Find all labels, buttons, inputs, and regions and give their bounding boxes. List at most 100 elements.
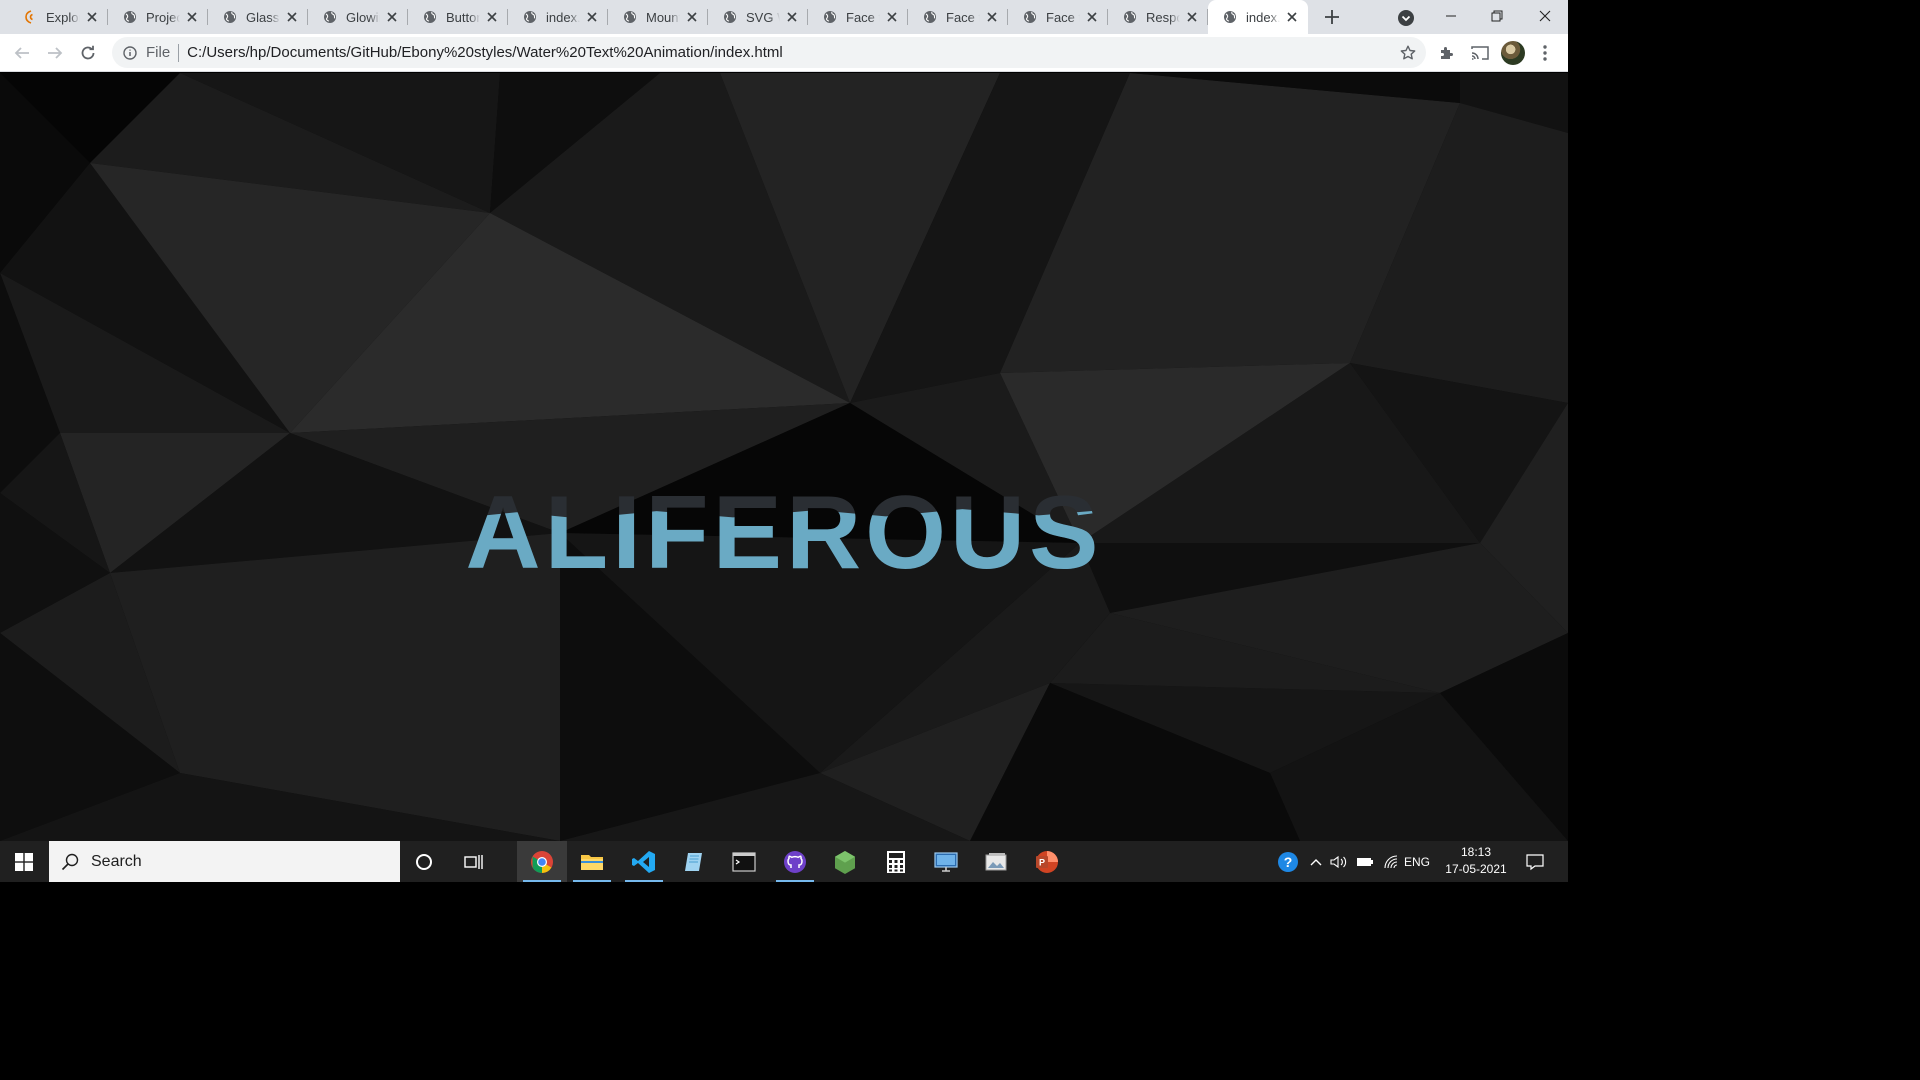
tab-title: index.html bbox=[546, 9, 580, 25]
browser-tab[interactable]: Glowing bbox=[308, 0, 408, 34]
notification-icon bbox=[1526, 853, 1544, 870]
chevron-up-icon bbox=[1310, 858, 1322, 865]
tab-title: Face to bbox=[946, 9, 980, 25]
tab-close-icon[interactable] bbox=[184, 9, 200, 25]
github-icon bbox=[784, 850, 806, 873]
cortana-button[interactable] bbox=[399, 841, 449, 882]
low-poly-background bbox=[0, 73, 1568, 841]
browser-tab[interactable]: SVG Wave bbox=[708, 0, 808, 34]
task-view-button[interactable] bbox=[449, 841, 499, 882]
tab-close-icon[interactable] bbox=[984, 9, 1000, 25]
extensions-button[interactable] bbox=[1432, 38, 1462, 68]
clock-time: 18:13 bbox=[1460, 845, 1492, 859]
reload-icon bbox=[81, 45, 95, 60]
volume-tray-icon[interactable] bbox=[1328, 841, 1350, 882]
system-clock[interactable]: 18:13 17-05-2021 bbox=[1440, 844, 1512, 878]
globe-icon bbox=[322, 9, 338, 25]
question-icon: ? bbox=[1278, 851, 1298, 872]
close-window-button[interactable] bbox=[1522, 0, 1568, 32]
battery-tray-icon[interactable] bbox=[1354, 841, 1376, 882]
browser-tab[interactable]: Glass UI bbox=[208, 0, 308, 34]
terminal-taskbar-app[interactable] bbox=[719, 841, 769, 882]
windows-taskbar: Search P ? ENG 18:13 17-05-2021 bbox=[0, 841, 1568, 882]
remote-desktop-taskbar-app[interactable] bbox=[921, 841, 971, 882]
back-button[interactable] bbox=[7, 38, 37, 68]
nodejs-taskbar-app[interactable] bbox=[820, 841, 870, 882]
browser-tab[interactable]: Explore bbox=[8, 0, 108, 34]
restore-icon bbox=[1491, 10, 1503, 22]
wifi-tray-icon[interactable] bbox=[1380, 841, 1402, 882]
page-viewport: ALIFEROUS ALIFEROUS bbox=[0, 73, 1568, 841]
browser-tab[interactable]: Face to bbox=[908, 0, 1008, 34]
battery-icon bbox=[1357, 857, 1373, 866]
tab-close-icon[interactable] bbox=[784, 9, 800, 25]
browser-tab[interactable]: index.html bbox=[1208, 0, 1308, 34]
info-icon[interactable] bbox=[122, 45, 138, 61]
globe-icon bbox=[622, 9, 638, 25]
browser-tab[interactable]: index.html bbox=[508, 0, 608, 34]
globe-icon bbox=[222, 9, 238, 25]
tab-title: Responsive bbox=[1146, 9, 1180, 25]
codepen-icon bbox=[22, 9, 38, 25]
svg-text:?: ? bbox=[1284, 854, 1293, 870]
url-text[interactable]: C:/Users/hp/Documents/GitHub/Ebony%20sty… bbox=[187, 44, 783, 61]
reload-button[interactable] bbox=[73, 38, 103, 68]
tab-list: Explore Projects Glass UI Glowing Buttons ind… bbox=[0, 0, 1308, 34]
hero: ALIFEROUS ALIFEROUS bbox=[0, 473, 1568, 593]
vscode-taskbar-app[interactable] bbox=[619, 841, 669, 882]
start-button[interactable] bbox=[0, 841, 48, 882]
file-explorer-taskbar-app[interactable] bbox=[567, 841, 617, 882]
browser-tab[interactable]: Responsive bbox=[1108, 0, 1208, 34]
menu-button[interactable] bbox=[1530, 38, 1560, 68]
tab-close-icon[interactable] bbox=[84, 9, 100, 25]
forward-button[interactable] bbox=[40, 38, 70, 68]
tab-title: Glowing bbox=[346, 9, 380, 25]
cast-icon bbox=[1471, 46, 1489, 60]
globe-icon bbox=[422, 9, 438, 25]
tab-close-icon[interactable] bbox=[484, 9, 500, 25]
chrome-taskbar-app[interactable] bbox=[517, 841, 567, 882]
browser-tab[interactable]: Projects bbox=[108, 0, 208, 34]
restore-button[interactable] bbox=[1474, 0, 1520, 32]
tab-close-icon[interactable] bbox=[1184, 9, 1200, 25]
new-tab-button[interactable] bbox=[1318, 3, 1346, 31]
close-icon bbox=[1539, 10, 1551, 22]
browser-tab[interactable]: Face to bbox=[808, 0, 908, 34]
tab-close-icon[interactable] bbox=[384, 9, 400, 25]
profile-avatar[interactable] bbox=[1501, 41, 1525, 65]
tab-close-icon[interactable] bbox=[1084, 9, 1100, 25]
speaker-icon bbox=[1330, 855, 1347, 868]
hero-text: ALIFEROUS ALIFEROUS bbox=[466, 481, 1103, 585]
bookmark-star-icon[interactable] bbox=[1398, 43, 1418, 63]
help-tray-icon[interactable]: ? bbox=[1276, 841, 1300, 882]
address-bar[interactable]: File C:/Users/hp/Documents/GitHub/Ebony%… bbox=[112, 37, 1426, 68]
tab-search-button[interactable] bbox=[1394, 7, 1418, 29]
photos-taskbar-app[interactable] bbox=[971, 841, 1021, 882]
nodejs-hexagon-icon bbox=[835, 850, 855, 874]
notepad-icon bbox=[685, 852, 702, 871]
browser-tab[interactable]: Buttons bbox=[408, 0, 508, 34]
taskbar-search[interactable]: Search bbox=[49, 841, 400, 882]
tab-close-icon[interactable] bbox=[1284, 9, 1300, 25]
arrow-right-icon bbox=[48, 47, 63, 59]
tab-title: Explore bbox=[46, 9, 80, 25]
github-desktop-taskbar-app[interactable] bbox=[770, 841, 820, 882]
cast-button[interactable] bbox=[1465, 38, 1495, 68]
browser-tab[interactable]: Mountain bbox=[608, 0, 708, 34]
tab-close-icon[interactable] bbox=[684, 9, 700, 25]
powerpoint-taskbar-app[interactable]: P bbox=[1022, 841, 1072, 882]
tab-close-icon[interactable] bbox=[284, 9, 300, 25]
browser-tab[interactable]: Face to bbox=[1008, 0, 1108, 34]
globe-icon bbox=[822, 9, 838, 25]
tab-close-icon[interactable] bbox=[884, 9, 900, 25]
minimize-button[interactable] bbox=[1428, 0, 1474, 32]
notepad-taskbar-app[interactable] bbox=[669, 841, 719, 882]
globe-icon bbox=[1022, 9, 1038, 25]
show-hidden-icons-button[interactable] bbox=[1306, 841, 1326, 882]
language-indicator[interactable]: ENG bbox=[1404, 841, 1430, 882]
tab-close-icon[interactable] bbox=[584, 9, 600, 25]
calculator-taskbar-app[interactable] bbox=[871, 841, 921, 882]
globe-icon bbox=[122, 9, 138, 25]
wifi-icon bbox=[1384, 854, 1398, 868]
notification-center-button[interactable] bbox=[1522, 841, 1548, 882]
